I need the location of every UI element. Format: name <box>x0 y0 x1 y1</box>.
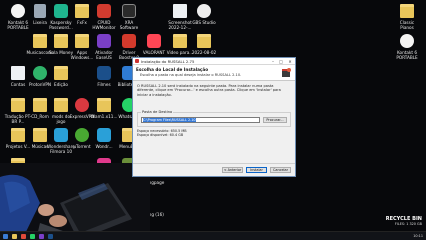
folder-icon <box>33 34 47 48</box>
desktop-icon-label: GBS Studio <box>192 20 216 25</box>
desktop-icon-label: Edição <box>54 82 68 87</box>
destination-folder-input[interactable]: C:\Program Files\RUSSALL 2.10 <box>141 117 260 124</box>
folder-icon <box>400 4 414 18</box>
destination-row: C:\Program Files\RUSSALL 2.10 Procurar..… <box>141 117 287 124</box>
app-icon <box>97 4 111 18</box>
folder-icon <box>97 98 111 112</box>
desktop-icon-label: Ativador EaseUS <box>95 50 113 60</box>
folder-icon <box>33 128 47 142</box>
desktop-icon[interactable]: XRA Software <box>115 4 143 30</box>
taskbar: 10:11 <box>0 231 426 240</box>
desktop-icon[interactable]: Edição <box>47 66 75 87</box>
desktop-icon[interactable]: Kontakt 6 PORTABLE <box>393 34 421 60</box>
clock[interactable]: 10:11 <box>413 234 423 238</box>
desktop-icon[interactable]: Wondr... <box>90 128 118 149</box>
installer-taskbar-icon[interactable] <box>48 233 53 239</box>
desktop-icon-label: Olam1.x11... <box>90 114 118 119</box>
maximize-button[interactable]: □ <box>277 58 285 65</box>
wizard-buttons: < Anterior Instalar Cancelar <box>222 167 291 173</box>
explorer-icon[interactable] <box>12 233 17 239</box>
app-icon <box>400 34 414 48</box>
space-available-text: Espaço disponível: 60.4 GB <box>137 133 184 138</box>
wizard-body: O RUSSALL 2.10 será instalado na seguint… <box>133 81 295 140</box>
desktop-icon[interactable]: GBS Studio <box>190 4 218 25</box>
app-icon <box>147 34 161 48</box>
footer-divider <box>133 163 295 164</box>
app-icon <box>75 128 89 142</box>
app-icon <box>97 128 111 142</box>
desktop-icon-label: CPUID HWMonitor <box>92 20 116 30</box>
folder-icon <box>173 34 187 48</box>
app-icon <box>197 4 211 18</box>
app-icon <box>122 34 136 48</box>
app-icon[interactable] <box>39 233 44 239</box>
destination-folder-group: Pasta de Destino C:\Program Files\RUSSAL… <box>137 110 291 128</box>
recycle-bin-watermark: RECYCLE BIN FILES: 1 320 GB <box>386 216 422 226</box>
folder-icon <box>54 66 68 80</box>
installer-logo-icon <box>282 68 291 77</box>
desktop-icon-label: Wondr... <box>95 144 113 149</box>
cancel-button[interactable]: Cancelar <box>270 167 291 173</box>
destination-path-text: C:\Program Files\RUSSALL 2.10 <box>143 118 196 123</box>
wizard-description: O RUSSALL 2.10 será instalado na seguint… <box>137 84 281 97</box>
system-tray: 10:11 <box>413 234 423 238</box>
folder-icon <box>197 34 211 48</box>
installer-window: Instalação do RUSSALL 2.75 – □ ✕ Escolha… <box>132 57 296 177</box>
install-button[interactable]: Instalar <box>246 167 267 173</box>
folder-icon <box>33 98 47 112</box>
desktop-icon-label: Kontakt 6 PORTABLE <box>396 50 418 60</box>
folder-icon <box>75 4 89 18</box>
minimize-button[interactable]: – <box>269 58 277 65</box>
folder-icon <box>11 128 25 142</box>
app-icon <box>97 34 111 48</box>
app-icon <box>11 4 25 18</box>
desktop-icon-label: XRA Software <box>119 20 139 30</box>
desktop-icon[interactable]: Olam1.x11... <box>90 98 118 119</box>
desktop-icon[interactable]: Classic Pianos <box>393 4 421 30</box>
desktop-icon-label: 2022-08-02 <box>191 50 217 55</box>
back-button[interactable]: < Anterior <box>222 167 243 173</box>
folder-icon <box>11 98 25 112</box>
folder-icon <box>75 34 89 48</box>
desktop-icon[interactable]: Filmes <box>90 66 118 87</box>
desktop-icon-label: VALORANT <box>142 50 166 55</box>
wizard-heading: Escolha do Local de Instalação <box>136 67 209 72</box>
wizard-header: Escolha do Local de Instalação Escolha a… <box>133 65 295 81</box>
folder-icon <box>54 34 68 48</box>
whatsapp-icon[interactable] <box>30 233 35 239</box>
browser-icon[interactable] <box>21 233 26 239</box>
window-title: Instalação do RUSSALL 2.75 <box>141 58 195 64</box>
desktop-icon-label: Classic Pianos <box>399 20 415 30</box>
watermark-subtitle: FILES: 1 320 GB <box>394 222 422 226</box>
window-titlebar[interactable]: Instalação do RUSSALL 2.75 – □ ✕ <box>133 58 295 65</box>
image-file-icon <box>173 4 187 18</box>
app-icon <box>122 4 136 18</box>
installer-app-icon <box>135 59 139 63</box>
app-icon <box>75 98 89 112</box>
desktop-icon[interactable]: CPUID HWMonitor <box>90 4 118 30</box>
desktop-icon[interactable]: 2022-08-02 <box>190 34 218 55</box>
desktop-icon[interactable]: Ativador EaseUS <box>90 34 118 60</box>
browse-button[interactable]: Procurar... <box>263 117 287 124</box>
close-button[interactable]: ✕ <box>285 58 295 65</box>
start-icon[interactable] <box>3 233 8 239</box>
app-icon <box>97 66 111 80</box>
person-with-laptop-image <box>0 163 150 240</box>
desktop: Kontakt 6 PORTABLE Lixeira Kaspersky Pas… <box>0 0 426 240</box>
document-icon <box>11 66 25 80</box>
wizard-subheading: Escolha a pasta na qual deseja instalar … <box>140 73 242 77</box>
app-icon <box>54 4 68 18</box>
app-icon <box>54 128 68 142</box>
desktop-icon-label: Filmes <box>97 82 111 87</box>
desktop-icon[interactable]: VALORANT <box>140 34 168 55</box>
trash-icon <box>34 4 46 18</box>
destination-folder-label: Pasta de Destino <box>141 110 174 115</box>
folder-icon <box>54 98 68 112</box>
app-icon <box>33 66 47 80</box>
